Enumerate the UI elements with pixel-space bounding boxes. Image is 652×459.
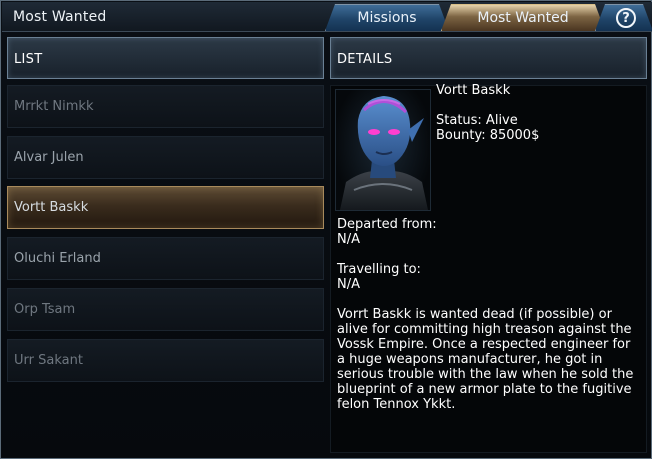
title-bar: Most Wanted Missions Most Wanted ? <box>2 2 652 32</box>
target-description: Vorrt Baskk is wanted dead (if possible)… <box>337 307 638 412</box>
list-item-label: Alvar Julen <box>14 150 84 165</box>
tab-missions-label: Missions <box>357 10 417 26</box>
departed-from-label: Departed from: <box>337 217 437 232</box>
alien-portrait-icon <box>340 96 428 210</box>
list-item-label: Oluchi Erland <box>14 251 101 266</box>
list-item-orp-tsam[interactable]: Orp Tsam <box>7 288 324 331</box>
target-bounty: Bounty: 85000$ <box>436 128 540 143</box>
most-wanted-window: Most Wanted Missions Most Wanted ? LIST … <box>0 0 652 459</box>
list-header: LIST <box>7 37 324 79</box>
target-status: Status: Alive <box>436 113 518 128</box>
list-item-oluchi-erland[interactable]: Oluchi Erland <box>7 237 324 280</box>
tab-missions[interactable]: Missions <box>325 4 449 31</box>
target-portrait <box>335 89 431 211</box>
departed-from-value: N/A <box>337 232 360 247</box>
tab-most-wanted[interactable]: Most Wanted <box>441 4 605 31</box>
list-item-label: Mrrkt Nimkk <box>14 99 94 114</box>
list-item-label: Orp Tsam <box>14 302 76 317</box>
tab-most-wanted-label: Most Wanted <box>477 10 569 26</box>
help-icon: ? <box>616 8 636 28</box>
list-item-label: Vortt Baskk <box>14 200 89 215</box>
travelling-to-value: N/A <box>337 277 360 292</box>
details-header: DETAILS <box>330 37 647 79</box>
list-item-label: Urr Sakant <box>14 353 83 368</box>
travelling-to-label: Travelling to: <box>337 262 421 277</box>
list-item-vortt-baskk[interactable]: Vortt Baskk <box>7 186 324 229</box>
window-title: Most Wanted <box>13 9 107 25</box>
list-item-mrrkt-nimkk[interactable]: Mrrkt Nimkk <box>7 85 324 128</box>
details-panel: Vortt Baskk Status: Alive Bounty: 85000$… <box>330 83 647 453</box>
target-name: Vortt Baskk <box>436 83 511 98</box>
list-item-alvar-julen[interactable]: Alvar Julen <box>7 136 324 179</box>
help-button[interactable]: ? <box>595 4 652 31</box>
list-item-urr-sakant[interactable]: Urr Sakant <box>7 339 324 382</box>
